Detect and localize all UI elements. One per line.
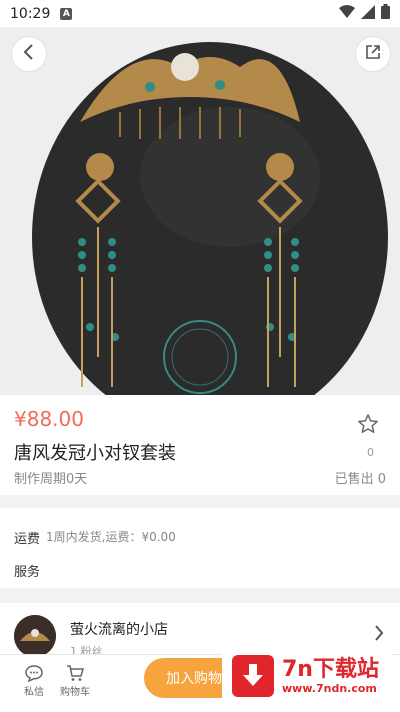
favorite-button[interactable] [354,413,382,439]
production-period: 制作周期0天 [14,472,88,487]
chat-label: 私信 [24,687,44,698]
watermark-title: 7n下载站 [282,656,379,682]
sold-count: 已售出 0 [334,472,386,487]
favorite-count: 0 [367,446,374,459]
chevron-right-icon [374,625,384,645]
wifi-icon [339,4,355,23]
cart-tab[interactable]: 购物车 [53,663,97,698]
chevron-left-icon [23,44,35,64]
shop-name: 萤火流离的小店 [70,622,168,638]
shop-avatar [14,615,56,657]
status-time: 10:29 [10,5,51,22]
share-icon [365,44,381,64]
watermark-url: www.7ndn.com [282,681,377,695]
chat-tab[interactable]: 私信 [12,663,56,698]
cart-icon [53,663,97,683]
back-button[interactable] [12,37,46,71]
shipping-label: 运费 [14,532,41,547]
signal-icon [361,4,375,23]
status-bar: 10:29 A [0,0,400,27]
chat-icon [12,663,56,683]
watermark: 7n下载站 www.7ndn.com [222,645,392,707]
product-image [0,27,400,395]
shipping-section: 运费 1周内发货,运费：¥0.00 服务 [0,508,400,588]
share-button[interactable] [356,37,390,71]
service-label[interactable]: 服务 [14,561,40,580]
notification-badge: A [60,7,73,20]
shipping-value: 1周内发货,运费：¥0.00 [46,530,176,544]
product-price: ¥88.00 [14,407,84,431]
product-info: ¥88.00 唐风发冠小对钗套装 制作周期0天 0 已售出 0 [0,395,400,495]
cart-label: 购物车 [60,687,90,698]
product-title: 唐风发冠小对钗套装 [14,443,176,464]
star-icon [357,414,379,439]
battery-icon [381,4,390,23]
download-icon [232,655,274,697]
